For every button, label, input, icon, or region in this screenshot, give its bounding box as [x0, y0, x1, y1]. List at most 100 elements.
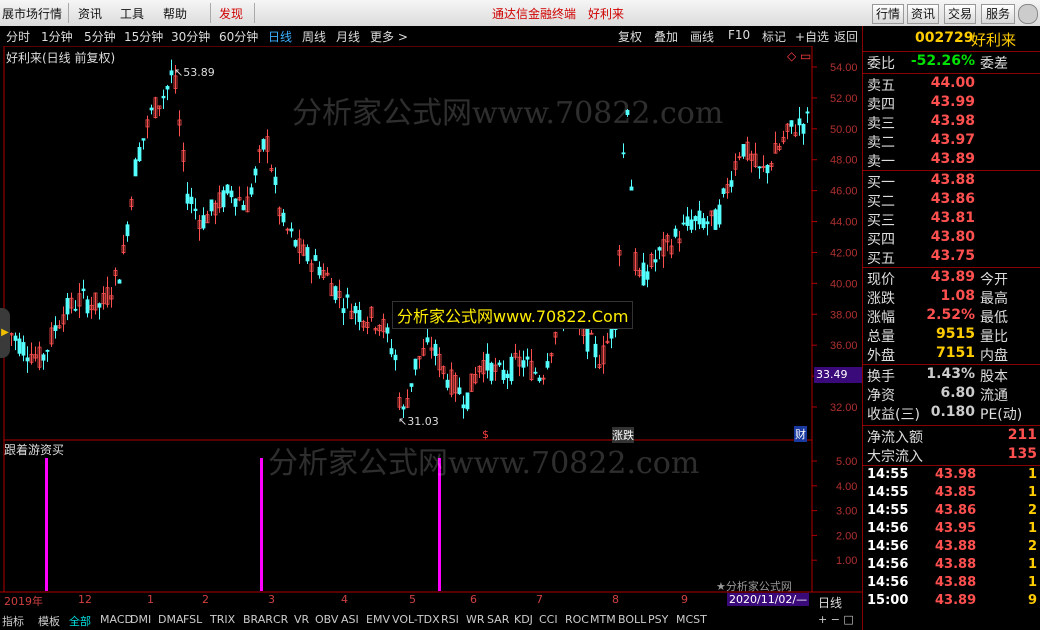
stat2-row: 收益(三) 0.180 PE(动) [863, 404, 1040, 423]
x-axis: 2019年 12 1 2 3 4 5 6 7 8 9 2020/11/02/— [0, 593, 862, 609]
diamond-icon[interactable]: ◇ ▭ [787, 49, 811, 63]
menu-discover[interactable]: 发现 [219, 5, 243, 22]
stat2-row-value: 6.80 [940, 385, 975, 401]
indicator-tab[interactable]: SAR [487, 613, 509, 626]
x-label: 4 [341, 593, 348, 606]
indicator-tab[interactable]: MTM [590, 613, 616, 626]
period-30min[interactable]: 30分钟 [171, 28, 210, 45]
stat-row-label2: 最高 [980, 291, 1008, 307]
menu-help[interactable]: 帮助 [163, 5, 187, 22]
indicator-tab[interactable]: BOLL [618, 613, 646, 626]
period-60min[interactable]: 60分钟 [219, 28, 258, 45]
chart-title: 好利来(日线 前复权) [6, 51, 116, 65]
period-day[interactable]: 日线 [268, 28, 292, 45]
indicator-tab[interactable]: TRIX [210, 613, 235, 626]
indicator-tab[interactable]: VR [294, 613, 309, 626]
tick-time: 15:00 [867, 593, 909, 608]
tick-row: 14:56 43.95 1 [863, 521, 1040, 539]
period-1min[interactable]: 1分钟 [41, 28, 73, 45]
indicator-tab[interactable]: FSL [183, 613, 202, 626]
menu-market[interactable]: 展市场行情 [2, 5, 62, 22]
candle-body [757, 166, 762, 169]
period-fenshi[interactable]: 分时 [6, 28, 30, 45]
y-tick-label: 52.00 [830, 93, 858, 105]
indicator-tab[interactable]: ROC [565, 613, 589, 626]
weibi-label: 委比 [867, 56, 895, 72]
back-button[interactable]: 返回 [834, 28, 858, 45]
period-15min[interactable]: 15分钟 [124, 28, 163, 45]
overlay-button[interactable]: 叠加 [654, 28, 678, 45]
candle-body [137, 146, 142, 162]
candle-body [305, 247, 310, 262]
indicator-tab[interactable]: DMI [130, 613, 151, 626]
zoom-controls[interactable]: + − □ [818, 613, 854, 626]
indicator-tab[interactable]: RSI [441, 613, 459, 626]
indicator-tab[interactable]: ASI [341, 613, 359, 626]
tick-volume: 1 [1027, 557, 1037, 572]
adjust-button[interactable]: 复权 [618, 28, 642, 45]
ask-row-value: 44.00 [930, 75, 975, 91]
flow-value: 135 [1007, 446, 1037, 462]
indicator-tab[interactable]: CCI [539, 613, 558, 626]
candle-body [165, 86, 170, 90]
add-watchlist-button[interactable]: +自选 [795, 28, 829, 45]
tick-row: 14:56 43.88 1 [863, 557, 1040, 575]
flow-row: 净流入额 211 [863, 427, 1040, 446]
indicator-tab[interactable]: EMV [366, 613, 390, 626]
indicator-tab[interactable]: CR [273, 613, 288, 626]
mark-button[interactable]: 标记 [762, 28, 786, 45]
ask-row-label: 卖一 [867, 154, 895, 170]
indicator-tab[interactable]: 全部 [69, 613, 91, 629]
candle-body [261, 139, 266, 150]
indicator-tab[interactable]: PSY [648, 613, 668, 626]
indicator-tab[interactable]: BRAR [243, 613, 273, 626]
x-label: 3 [268, 593, 275, 606]
stat2-row-value: 1.43% [926, 366, 975, 382]
expand-left-icon[interactable]: ▶ [0, 308, 10, 358]
candle-body [317, 266, 322, 276]
menu-bar: 展市场行情 资讯 工具 帮助 发现 通达信金融终端 好利来 行情 资讯 交易 服… [0, 0, 1040, 27]
indicator-tab[interactable]: DMA [158, 613, 184, 626]
indicator-tab[interactable]: KDJ [514, 613, 533, 626]
indicator-tab[interactable]: 模板 [38, 613, 60, 629]
ask-row: 卖四 43.99 [863, 94, 1040, 113]
candle-body [713, 209, 718, 230]
indicator-tab[interactable]: OBV [315, 613, 338, 626]
indicator-tab[interactable]: 指标 [2, 613, 24, 629]
period-5min[interactable]: 5分钟 [84, 28, 116, 45]
menu-news[interactable]: 资讯 [78, 5, 102, 22]
bid-row-value: 43.75 [930, 248, 975, 264]
quote-button[interactable]: 行情 [872, 4, 904, 24]
indicator-tab[interactable]: WR [466, 613, 485, 626]
service-button[interactable]: 服务 [981, 4, 1015, 24]
indicator-tab[interactable]: VOL-TDX [392, 613, 440, 626]
flow-row: 大宗流入 135 [863, 446, 1040, 465]
period-more[interactable]: 更多 > [370, 28, 408, 45]
candle-body [333, 286, 338, 300]
candle-body [53, 325, 58, 332]
stat2-row-label2: 流通 [980, 388, 1008, 404]
news-button[interactable]: 资讯 [907, 4, 939, 24]
tick-time: 14:56 [867, 521, 909, 536]
tick-volume: 9 [1027, 593, 1037, 608]
candle-body [721, 188, 726, 194]
tick-row: 14:55 43.98 1 [863, 467, 1040, 485]
ask-row-label: 卖三 [867, 116, 895, 132]
indicator-y-tick-label: 5.00 [836, 456, 857, 468]
stat-row: 总量 9515 量比 [863, 326, 1040, 345]
candle-body [465, 392, 470, 410]
finance-marker[interactable]: 财 [794, 426, 807, 442]
f10-button[interactable]: F10 [728, 28, 750, 42]
trade-button[interactable]: 交易 [944, 4, 976, 24]
indicator-tab[interactable]: MACD [100, 613, 133, 626]
stat-row-value: 2.52% [926, 307, 975, 323]
indicator-tab[interactable]: MCST [676, 613, 707, 626]
kline-chart-area[interactable]: 54.0052.0050.0048.0046.0044.0042.0040.00… [0, 46, 862, 626]
draw-button[interactable]: 画线 [690, 28, 714, 45]
menu-tools[interactable]: 工具 [120, 5, 144, 22]
window-control-icon[interactable] [1018, 4, 1038, 24]
candle-body [681, 222, 686, 225]
period-month[interactable]: 月线 [336, 28, 360, 45]
candle-body [313, 255, 318, 261]
period-week[interactable]: 周线 [302, 28, 326, 45]
